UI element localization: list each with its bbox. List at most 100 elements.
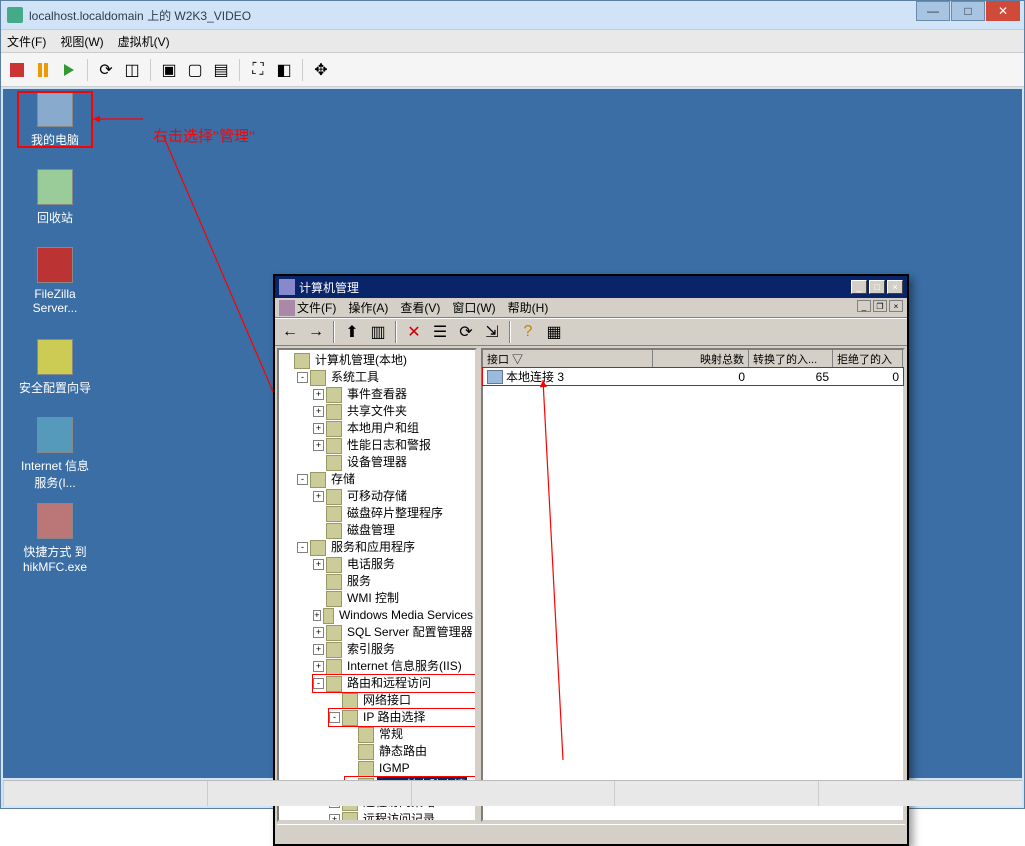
tree-root[interactable]: 计算机管理(本地) (313, 352, 409, 369)
properties-icon[interactable]: ☰ (429, 321, 451, 343)
expander[interactable]: - (329, 712, 340, 723)
mmc-minimize[interactable]: _ (851, 280, 867, 294)
maximize-button[interactable]: □ (951, 1, 985, 21)
close-button[interactable]: ✕ (986, 1, 1020, 21)
tree-telephony[interactable]: 电话服务 (345, 556, 397, 573)
pause-icon[interactable] (33, 60, 53, 80)
menu-view[interactable]: 查看(V) (400, 299, 440, 316)
mmc-titlebar[interactable]: 计算机管理 _ □ × (275, 276, 907, 298)
list-row[interactable]: 本地连接 3 0 65 0 (483, 368, 903, 385)
tree-devmgr[interactable]: 设备管理器 (345, 454, 409, 471)
play-icon[interactable] (59, 60, 79, 80)
desktop-icon-hikmfc[interactable]: 快捷方式 到 hikMFC.exe (17, 503, 93, 574)
tree-pane[interactable]: 计算机管理(本地) - 系统工具 + 事件查看器 + 共享文件夹 + 本地用户和组 + 性… (277, 348, 477, 822)
tree-iprouting[interactable]: IP 路由选择 (361, 709, 427, 726)
guest-desktop[interactable]: 我的电脑 回收站 FileZilla Server... 安全配置向导 Inte… (3, 89, 1022, 778)
menu-vm[interactable]: 虚拟机(V) (118, 33, 170, 50)
expander[interactable]: + (313, 389, 324, 400)
mmc-maximize[interactable]: □ (869, 280, 885, 294)
indexing-icon (326, 642, 342, 658)
grab-icon[interactable]: ✥ (311, 60, 331, 80)
mmc-window[interactable]: 计算机管理 _ □ × 文件(F) 操作(A) 查看(V) 窗口(W) 帮助(H… (273, 274, 909, 846)
tree-general[interactable]: 常规 (377, 726, 405, 743)
tree-wms[interactable]: Windows Media Services (337, 607, 475, 624)
snap-revert-icon[interactable]: ▢ (185, 60, 205, 80)
mdi-close[interactable]: × (889, 300, 903, 312)
expander[interactable]: + (313, 644, 324, 655)
snap-mgr-icon[interactable]: ▤ (211, 60, 231, 80)
expander[interactable]: + (313, 610, 321, 621)
help-icon[interactable]: ? (517, 321, 539, 343)
expander[interactable]: - (297, 542, 308, 553)
tree-diskmgmt[interactable]: 磁盘管理 (345, 522, 397, 539)
refresh-icon[interactable]: ⟳ (455, 321, 477, 343)
tree-netif[interactable]: 网络接口 (361, 692, 413, 709)
tree-indexing[interactable]: 索引服务 (345, 641, 397, 658)
expander[interactable]: + (313, 440, 324, 451)
mmc-close[interactable]: × (887, 280, 903, 294)
show-hide-tree-icon[interactable]: ▥ (367, 321, 389, 343)
tree-systools[interactable]: 系统工具 (329, 369, 381, 386)
menu-window[interactable]: 窗口(W) (452, 299, 495, 316)
mdi-restore[interactable]: ❐ (873, 300, 887, 312)
col-rejected[interactable]: 拒绝了的入 (833, 350, 903, 367)
menu-file[interactable]: 文件(F) (297, 299, 336, 316)
up-icon[interactable]: ⬆ (341, 321, 363, 343)
expander[interactable]: + (313, 491, 324, 502)
expander[interactable]: - (297, 474, 308, 485)
tree-shared[interactable]: 共享文件夹 (345, 403, 409, 420)
win7-titlebar[interactable]: localhost.localdomain 上的 W2K3_VIDEO — □ … (1, 1, 1024, 29)
tree-wmi[interactable]: WMI 控制 (345, 590, 401, 607)
expander[interactable]: + (313, 406, 324, 417)
tree-sqlserver[interactable]: SQL Server 配置管理器 (345, 624, 475, 641)
services-apps-icon (310, 540, 326, 556)
minimize-button[interactable]: — (916, 1, 950, 21)
tree-igmp[interactable]: IGMP (377, 760, 412, 777)
snapshot-icon[interactable]: ◫ (122, 60, 142, 80)
tree-defrag[interactable]: 磁盘碎片整理程序 (345, 505, 445, 522)
expander[interactable]: - (297, 372, 308, 383)
tree-rras[interactable]: 路由和远程访问 (345, 675, 433, 692)
menu-view[interactable]: 视图(W) (60, 33, 103, 50)
export-icon[interactable]: ⇲ (481, 321, 503, 343)
desktop-icon-recycle-bin[interactable]: 回收站 (17, 169, 93, 226)
tree-ralog[interactable]: 远程访问记录 (361, 811, 437, 822)
column-headers[interactable]: 接口 ▽ 映射总数 转换了的入... 拒绝了的入 (483, 350, 903, 368)
back-icon[interactable]: ← (279, 321, 301, 343)
desktop-icon-iis[interactable]: Internet 信息服务(I... (17, 417, 93, 491)
expander[interactable]: + (313, 627, 324, 638)
expander[interactable]: + (313, 661, 324, 672)
reset-icon[interactable]: ⟳ (96, 60, 116, 80)
fullscreen-icon[interactable]: ⛶ (248, 60, 268, 80)
tree-services-apps[interactable]: 服务和应用程序 (329, 539, 417, 556)
extra-icon[interactable]: ▦ (543, 321, 565, 343)
tree-static[interactable]: 静态路由 (377, 743, 429, 760)
tree-eventviewer[interactable]: 事件查看器 (345, 386, 409, 403)
snap-take-icon[interactable]: ▣ (159, 60, 179, 80)
forward-icon[interactable]: → (305, 321, 327, 343)
delete-icon[interactable]: ✕ (403, 321, 425, 343)
col-interface[interactable]: 接口 ▽ (483, 350, 653, 367)
tree-perflogs[interactable]: 性能日志和警报 (345, 437, 433, 454)
list-pane[interactable]: 接口 ▽ 映射总数 转换了的入... 拒绝了的入 本地连接 3 0 65 0 (481, 348, 905, 822)
mdi-minimize[interactable]: _ (857, 300, 871, 312)
stop-icon[interactable] (7, 60, 27, 80)
expander[interactable]: + (313, 559, 324, 570)
unity-icon[interactable]: ◧ (274, 60, 294, 80)
expander[interactable]: + (313, 423, 324, 434)
tree-localusers[interactable]: 本地用户和组 (345, 420, 421, 437)
tree-removable[interactable]: 可移动存储 (345, 488, 409, 505)
col-translated[interactable]: 转换了的入... (749, 350, 833, 367)
desktop-icon-filezilla[interactable]: FileZilla Server... (17, 247, 93, 315)
tree-services[interactable]: 服务 (345, 573, 373, 590)
tree-iis[interactable]: Internet 信息服务(IIS) (345, 658, 464, 675)
menu-file[interactable]: 文件(F) (7, 33, 46, 50)
desktop-icon-sec-wizard[interactable]: 安全配置向导 (17, 339, 93, 396)
expander[interactable]: - (313, 678, 324, 689)
tree-storage[interactable]: 存储 (329, 471, 357, 488)
desktop-icon-my-computer[interactable]: 我的电脑 (17, 91, 93, 148)
menu-help[interactable]: 帮助(H) (508, 299, 549, 316)
col-mappings[interactable]: 映射总数 (653, 350, 749, 367)
expander[interactable]: + (329, 814, 340, 822)
menu-action[interactable]: 操作(A) (348, 299, 388, 316)
